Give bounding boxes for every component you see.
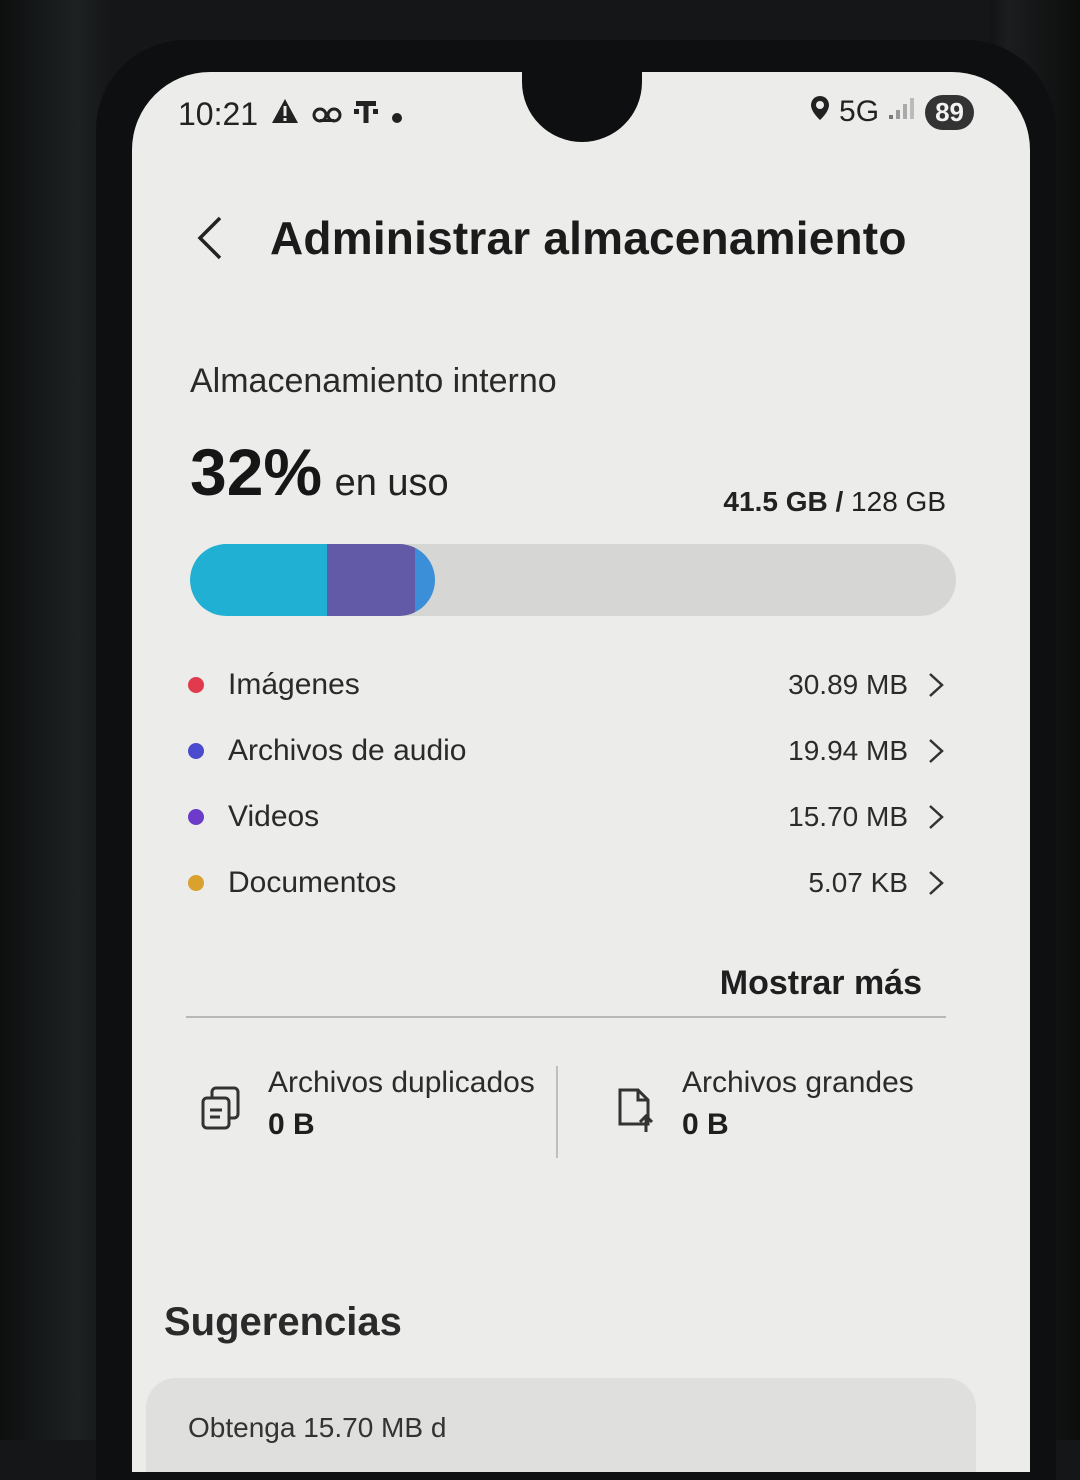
carrier-t-icon <box>354 96 379 133</box>
app-header: Administrar almacenamiento <box>192 208 1012 268</box>
category-size: 19.94 MB <box>788 735 908 766</box>
category-size: 5.07 KB <box>808 867 908 898</box>
large-file-upload-icon <box>612 1084 662 1134</box>
internal-storage-label: Almacenamiento interno <box>190 362 557 400</box>
category-size: 15.70 MB <box>788 801 908 832</box>
suggestion-card[interactable]: Obtenga 15.70 MB d <box>146 1378 976 1472</box>
category-label: Videos <box>228 800 320 833</box>
large-files-title: Archivos grandes <box>682 1066 914 1099</box>
total-space: 128 GB <box>851 486 946 517</box>
usage-suffix: en uso <box>334 462 449 504</box>
chevron-right-icon <box>929 871 944 895</box>
category-row[interactable]: Documentos 5.07 KB <box>188 850 948 916</box>
copy-files-icon <box>198 1084 248 1134</box>
chevron-right-icon <box>929 673 944 697</box>
storage-capacity: 41.5 GB / 128 GB <box>723 486 946 518</box>
section-divider <box>186 1016 946 1018</box>
duplicate-files-title: Archivos duplicados <box>268 1066 535 1099</box>
storage-bar-segment <box>327 544 416 616</box>
category-label: Documentos <box>228 866 397 899</box>
storage-bar-segment <box>190 544 328 616</box>
suggestion-text: Obtenga 15.70 MB d <box>188 1412 447 1443</box>
voicemail-icon <box>312 96 342 133</box>
suggestions-heading: Sugerencias <box>164 1300 402 1344</box>
battery-indicator: 89 <box>925 94 974 130</box>
category-row[interactable]: Imágenes 30.89 MB <box>188 652 948 718</box>
signal-icon <box>887 95 917 129</box>
background-left <box>0 0 110 1440</box>
phone-screen: 10:21 5G 89 Administrar almacenamiento A… <box>132 72 1030 1472</box>
storage-usage-bar <box>190 544 956 616</box>
camera-notch <box>522 72 642 142</box>
category-color-dot <box>188 875 204 891</box>
category-color-dot <box>188 809 204 825</box>
location-icon <box>809 94 831 130</box>
capacity-separator: / <box>827 486 852 517</box>
category-list: Imágenes 30.89 MB Archivos de audio 19.94 M… <box>188 652 948 916</box>
category-color-dot <box>188 677 204 693</box>
chevron-left-icon <box>197 216 222 260</box>
network-type: 5G <box>839 95 880 128</box>
storage-usage-fill <box>190 544 435 616</box>
category-row[interactable]: Archivos de audio 19.94 MB <box>188 718 948 784</box>
chevron-right-icon <box>929 739 944 763</box>
warning-icon <box>270 96 300 133</box>
status-bar-left: 10:21 <box>178 94 404 134</box>
chevron-right-icon <box>929 805 944 829</box>
used-space: 41.5 GB <box>723 486 828 517</box>
category-color-dot <box>188 743 204 759</box>
duplicate-files-tile[interactable]: Archivos duplicados 0 B <box>198 1066 558 1166</box>
page-title: Administrar almacenamiento <box>270 212 907 264</box>
status-bar-right: 5G 89 <box>809 92 974 132</box>
category-label: Imágenes <box>228 668 360 701</box>
back-button[interactable] <box>192 208 252 268</box>
tile-separator <box>556 1066 558 1158</box>
notification-dot-icon <box>390 96 404 133</box>
usage-percent: 32% <box>190 435 323 509</box>
show-more-button[interactable]: Mostrar más <box>720 964 922 1003</box>
large-files-size: 0 B <box>682 1108 729 1141</box>
large-files-tile[interactable]: Archivos grandes 0 B <box>612 1066 952 1166</box>
duplicate-files-size: 0 B <box>268 1108 315 1141</box>
category-label: Archivos de audio <box>228 734 467 767</box>
category-size: 30.89 MB <box>788 669 908 700</box>
storage-bar-segment <box>415 544 435 616</box>
status-time: 10:21 <box>178 95 259 132</box>
category-row[interactable]: Videos 15.70 MB <box>188 784 948 850</box>
